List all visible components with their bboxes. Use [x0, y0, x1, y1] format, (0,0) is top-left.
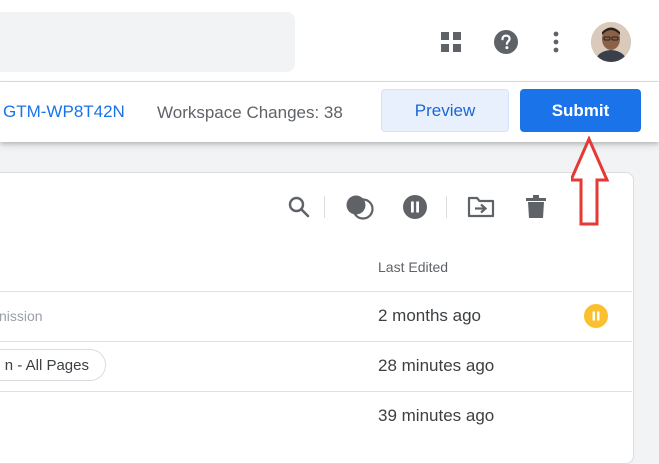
last-edited-value: 28 minutes ago [378, 356, 495, 375]
container-id-link[interactable]: GTM-WP8T42N [3, 102, 125, 122]
workspace-bar: GTM-WP8T42N Workspace Changes: 38 Previe… [0, 82, 659, 142]
submit-button[interactable]: Submit [520, 89, 641, 132]
row-divider [0, 341, 632, 342]
last-edited-column-header[interactable]: Last Edited [378, 259, 448, 275]
delete-icon[interactable] [524, 194, 548, 220]
help-icon[interactable] [490, 26, 522, 58]
row-divider [0, 391, 632, 392]
row-divider [0, 291, 632, 292]
trigger-chip[interactable]: n - All Pages [0, 349, 106, 381]
move-to-folder-icon[interactable] [467, 195, 495, 219]
last-edited-value: 2 months ago [378, 306, 482, 325]
workspace-changes-count: Workspace Changes: 38 [157, 103, 343, 122]
more-vert-icon[interactable] [540, 26, 572, 58]
paused-status-icon [584, 304, 608, 328]
preview-button[interactable]: Preview [381, 89, 509, 132]
search-field[interactable] [0, 12, 295, 72]
annotation-arrow-icon [571, 136, 610, 226]
tag-name: nission [0, 308, 43, 324]
merge-circles-icon[interactable] [344, 192, 376, 222]
toolbar-divider [324, 196, 325, 218]
search-icon[interactable] [286, 194, 312, 220]
toolbar-divider [446, 196, 447, 218]
pause-icon[interactable] [402, 194, 428, 220]
last-edited-value: 39 minutes ago [378, 406, 495, 425]
avatar[interactable] [591, 22, 631, 62]
top-app-bar [0, 0, 659, 82]
apps-grid-icon[interactable] [435, 26, 467, 58]
